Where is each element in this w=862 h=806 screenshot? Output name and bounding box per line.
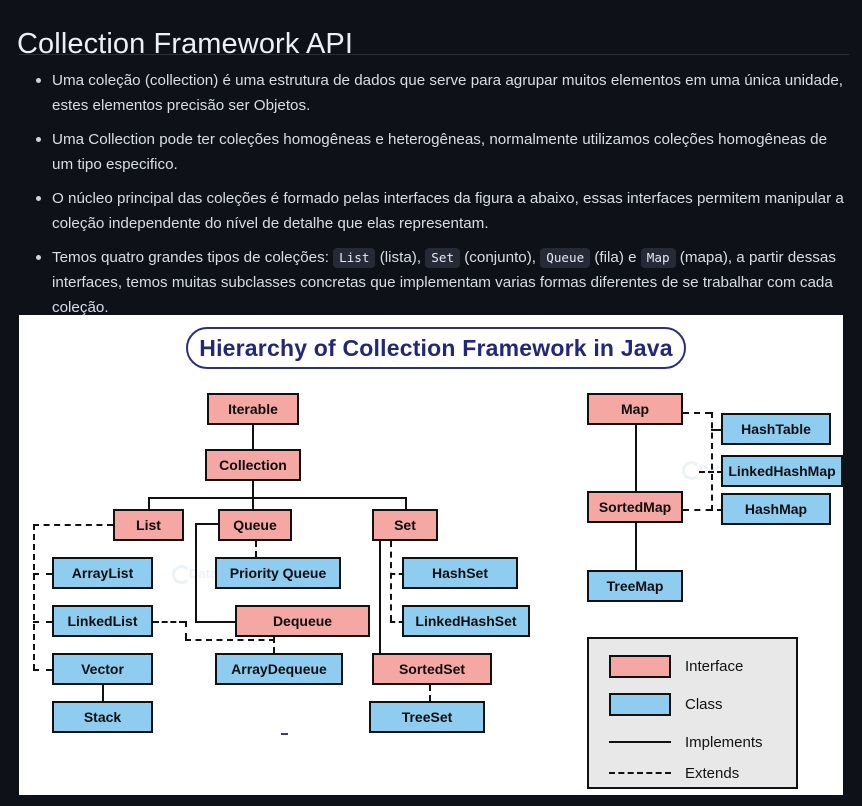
edge-linkedlist-elbow-a [153, 621, 185, 623]
inline-code-chip: Queue [540, 248, 591, 268]
diagram-node-arraydequeue: ArrayDequeue [215, 653, 343, 685]
note-text: (fila) e [590, 249, 641, 266]
diagram-node-linkedlist: LinkedList [52, 605, 153, 637]
legend-label: Implements [685, 733, 763, 751]
title-divider [19, 54, 849, 55]
diagram-node-hashtable: HashTable [721, 413, 831, 445]
edge-list-arraylist [33, 573, 52, 575]
edge-set-rail [390, 541, 392, 621]
legend-swatch-interface [609, 654, 671, 678]
diagram-node-queue: Queue [218, 509, 292, 541]
edge-sortedset-treeset [429, 685, 431, 701]
legend-extends: Extends [589, 756, 800, 790]
watermark-ring-icon [172, 565, 191, 584]
edge-linkedlist-elbow-c [185, 639, 275, 641]
edge-map-sortedmap [635, 425, 637, 491]
edge-set-sortedset [379, 541, 381, 653]
edge-bus-to-set [405, 497, 407, 509]
inline-code-chip: List [333, 248, 376, 268]
legend-label: Interface [685, 657, 744, 675]
page-root: Collection Framework API Uma coleção (co… [0, 0, 862, 806]
note-text: (conjunto), [460, 249, 541, 266]
diagram-node-sortedmap: SortedMap [587, 491, 683, 523]
legend-box: Interface Class Implements Extends [587, 637, 798, 789]
stray-mark [281, 733, 288, 735]
edge-bus-to-list [148, 497, 150, 509]
diagram-node-priority-queue: Priority Queue [215, 557, 341, 589]
edge-map-linkedhashmap [699, 471, 723, 473]
diagram-node-hashset: HashSet [402, 557, 518, 589]
note-item: Uma Collection pode ter coleções homogên… [19, 127, 849, 177]
diagram-node-stack: Stack [52, 701, 153, 733]
edge-collection-bus [148, 497, 405, 499]
edge-sortedmap-treemap [635, 523, 637, 570]
diagram-node-collection: Collection [205, 449, 301, 481]
legend-label: Extends [685, 764, 740, 782]
bullet-icon [36, 78, 41, 83]
note-text: (lista), [375, 249, 426, 266]
edge-linkedlist-elbow-b [185, 621, 187, 639]
diagram-title: Hierarchy of Collection Framework in Jav… [186, 327, 686, 369]
notes-list: Uma coleção (collection) é uma estrutura… [19, 68, 849, 329]
edge-list-rail-top [33, 524, 113, 526]
edge-queue-dequeue-top [195, 523, 218, 525]
inline-code-chip: Set [425, 248, 461, 268]
bullet-icon [36, 137, 41, 142]
edge-map-hashmap [683, 509, 723, 511]
diagram-node-map: Map [587, 393, 683, 425]
legend-implements: Implements [589, 725, 800, 759]
edge-iterable-collection [252, 425, 254, 449]
bullet-icon [36, 196, 41, 201]
edge-queue-dequeue-bottom [195, 621, 235, 623]
edge-map-rail [711, 412, 713, 511]
legend-class: Class [589, 687, 800, 721]
diagram-node-arraylist: ArrayList [52, 557, 153, 589]
legend-swatch-class [609, 692, 671, 716]
note-item: Uma coleção (collection) é uma estrutura… [19, 68, 849, 118]
bullet-icon [36, 255, 41, 260]
legend-line-solid [609, 741, 671, 743]
edge-bus-to-queue [252, 497, 254, 509]
diagram-node-iterable: Iterable [207, 393, 299, 425]
edge-queue-dequeue-rail [195, 523, 197, 621]
diagram-node-linkedhashset: LinkedHashSet [402, 605, 530, 637]
edge-list-rail [33, 524, 35, 670]
diagram-node-vector: Vector [52, 653, 153, 685]
diagram-node-set: Set [372, 509, 438, 541]
diagram-node-sortedset: SortedSet [372, 653, 492, 685]
diagram-node-treemap: TreeMap [587, 570, 683, 602]
page-title: Collection Framework API [17, 28, 354, 61]
diagram-card: Hierarchy of Collection Framework in Jav… [19, 315, 843, 795]
note-item: Temos quatro grandes tipos de coleções: … [19, 245, 849, 320]
diagram-node-dequeue: Dequeue [235, 605, 370, 637]
diagram-node-list: List [113, 509, 184, 541]
edge-list-vector [33, 669, 52, 671]
diagram-node-linkedhashmap: LinkedHashMap [721, 455, 843, 487]
edge-list-linkedlist [33, 621, 52, 623]
edge-queue-priorityqueue [255, 541, 257, 557]
edge-map-rail-top [683, 412, 711, 414]
legend-label: Class [685, 695, 723, 713]
diagram-canvas: Hierarchy of Collection Framework in Jav… [19, 315, 843, 795]
note-text: Uma coleção (collection) é uma estrutura… [52, 72, 844, 114]
note-item: O núcleo principal das coleções é formad… [19, 186, 849, 236]
edge-vector-stack [102, 685, 104, 701]
inline-code-chip: Map [640, 248, 676, 268]
legend-line-dashed [609, 772, 671, 774]
diagram-node-treeset: TreeSet [369, 701, 485, 733]
note-text: Temos quatro grandes tipos de coleções: [52, 249, 334, 266]
edge-collection-stem [252, 481, 254, 497]
note-text: O núcleo principal das coleções é formad… [52, 190, 844, 232]
legend-interface: Interface [589, 649, 800, 683]
diagram-node-hashmap: HashMap [721, 493, 831, 525]
note-text: Uma Collection pode ter coleções homogên… [52, 131, 828, 173]
